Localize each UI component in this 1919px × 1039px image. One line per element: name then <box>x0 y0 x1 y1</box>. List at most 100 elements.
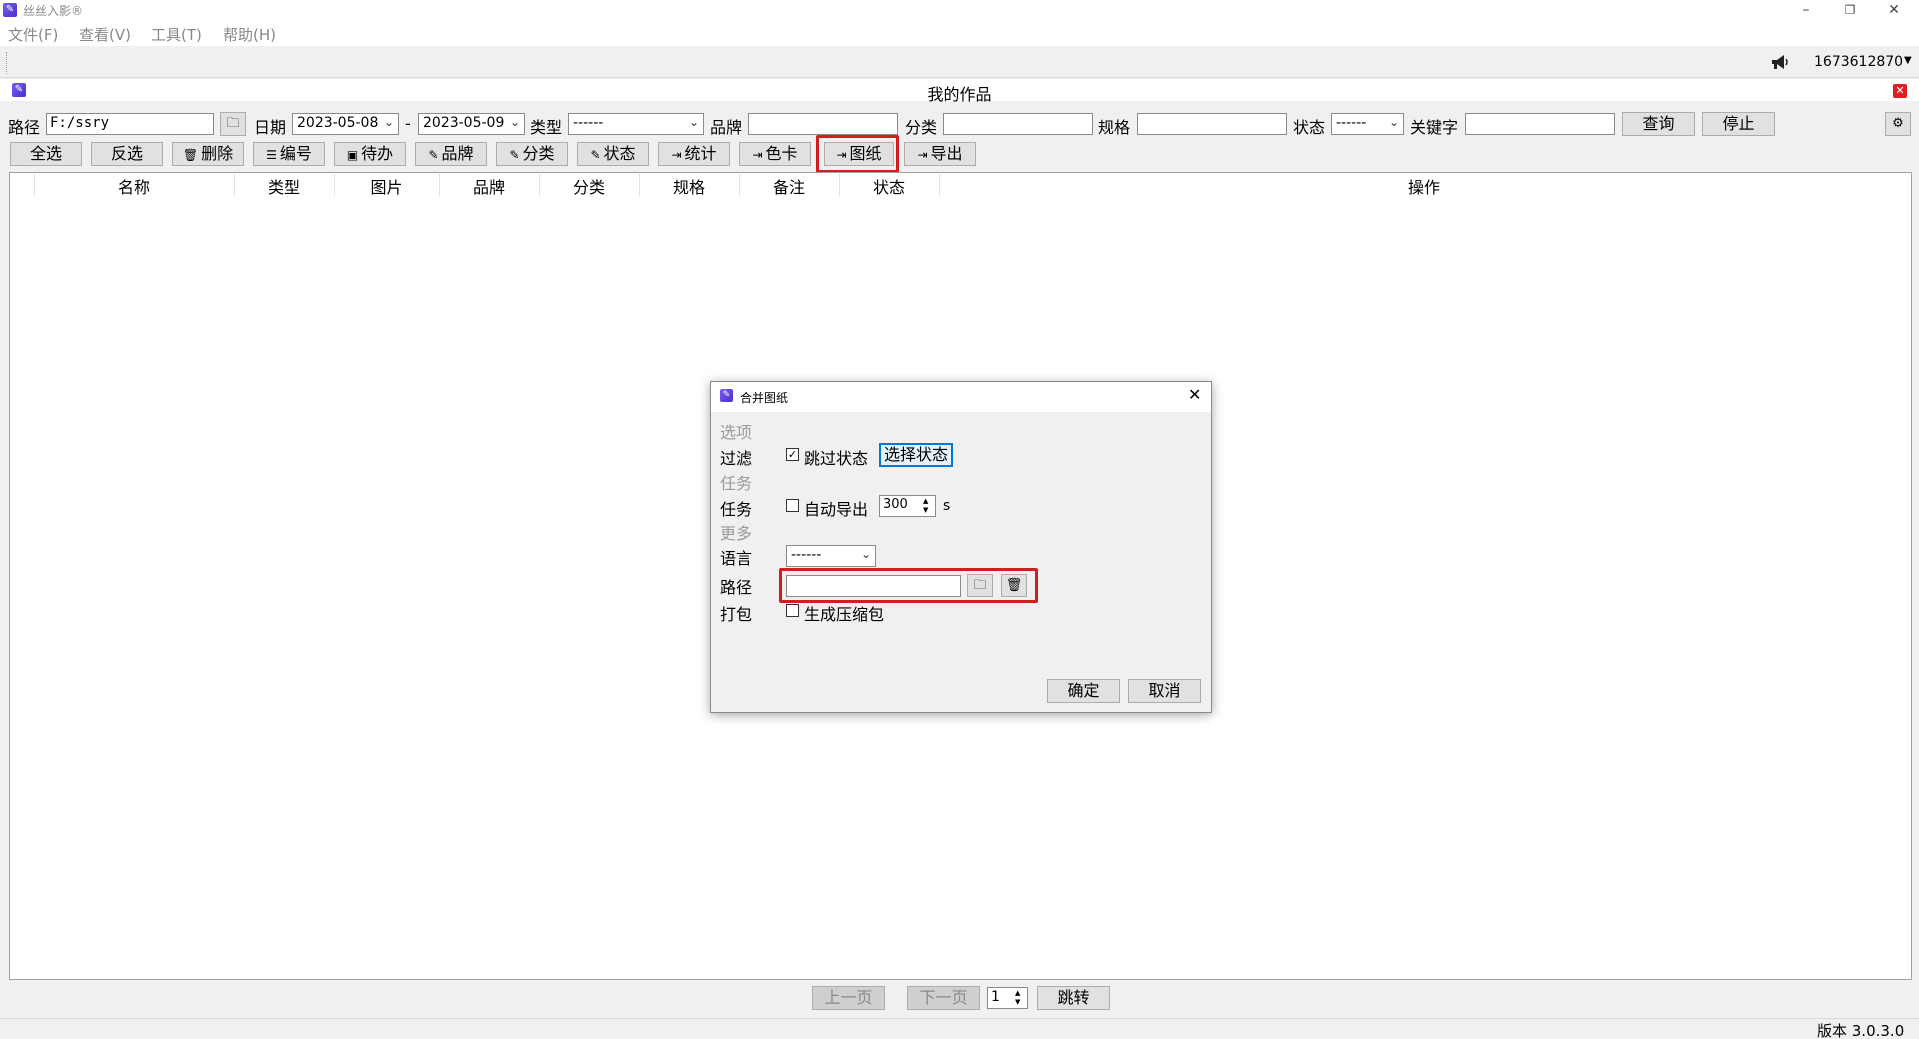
task-label: 任务 <box>720 500 753 519</box>
date-separator: - <box>405 114 411 133</box>
status-select[interactable]: ------ ⌄ <box>1331 113 1404 135</box>
brand-input[interactable] <box>748 113 898 135</box>
date-to-value: 2023-05-09 <box>423 115 505 131</box>
category-input[interactable] <box>943 113 1093 135</box>
filter-label: 过滤 <box>720 449 753 468</box>
column-header-status[interactable]: 状态 <box>839 174 939 198</box>
interval-value: 300 <box>883 497 908 512</box>
chevron-down-icon: ⌄ <box>1388 115 1399 129</box>
select-all-button[interactable]: 全选 <box>10 142 82 166</box>
date-from-value: 2023-05-08 <box>297 115 379 131</box>
color-card-button[interactable]: ⇥ 色卡 <box>739 142 811 166</box>
column-header-name[interactable]: 名称 <box>34 174 234 198</box>
ok-button[interactable]: 确定 <box>1047 679 1120 703</box>
make-zip-label: 生成压缩包 <box>804 605 885 624</box>
invert-selection-button[interactable]: 反选 <box>91 142 163 166</box>
query-button[interactable]: 查询 <box>1622 112 1695 136</box>
language-value: ------ <box>791 547 822 563</box>
pack-label: 打包 <box>720 605 753 624</box>
chevron-down-icon: ⌄ <box>509 115 520 129</box>
gear-icon[interactable]: ⚙ <box>1885 112 1911 136</box>
account-id[interactable]: 1673612870 <box>1814 54 1903 70</box>
make-zip-checkbox[interactable] <box>786 604 799 617</box>
title-bar <box>0 0 1919 20</box>
export-icon: ⇥ <box>917 148 928 162</box>
status-edit-label: 状态 <box>603 144 636 163</box>
page-number-input[interactable]: 1 <box>987 987 1028 1009</box>
toolbar-grip[interactable] <box>6 52 8 74</box>
menu-file[interactable]: 文件(F) <box>8 24 58 45</box>
category-edit-label: 分类 <box>522 144 555 163</box>
export-icon: ⇥ <box>752 148 763 162</box>
select-status-button[interactable]: 选择状态 <box>879 443 953 467</box>
auto-export-checkbox[interactable] <box>786 499 799 512</box>
date-to-picker[interactable]: 2023-05-09 ⌄ <box>418 113 525 135</box>
spec-input[interactable] <box>1137 113 1287 135</box>
category-edit-button[interactable]: ✎ 分类 <box>496 142 568 166</box>
menu-tools[interactable]: 工具(T) <box>151 24 202 45</box>
skip-status-label: 跳过状态 <box>804 449 869 468</box>
menu-bar <box>0 20 1919 46</box>
type-value: ------ <box>573 115 604 131</box>
page-number: 1 <box>991 989 1000 1005</box>
menu-help[interactable]: 帮助(H) <box>223 24 276 45</box>
dialog-logo-icon: ✎ <box>720 389 733 402</box>
app-logo-icon: ✎ <box>3 3 17 17</box>
path-label: 路径 <box>8 118 41 137</box>
status-value: ------ <box>1336 115 1367 131</box>
todo-button[interactable]: ▣ 待办 <box>334 142 406 166</box>
dialog-close-icon[interactable]: ✕ <box>1188 385 1201 404</box>
section-task: 任务 <box>720 474 753 493</box>
column-header-brand[interactable]: 品牌 <box>439 174 539 198</box>
restore-button[interactable]: ❐ <box>1827 0 1873 20</box>
export-icon: ⇥ <box>671 148 682 162</box>
keyword-label: 关键字 <box>1410 118 1459 137</box>
language-label: 语言 <box>720 549 753 568</box>
prev-page-button[interactable]: 上一页 <box>812 986 885 1010</box>
column-header-spec[interactable]: 规格 <box>639 174 739 198</box>
close-button[interactable]: ✕ <box>1871 0 1917 20</box>
path-input[interactable]: F:/ssry <box>46 113 214 135</box>
skip-status-checkbox[interactable]: ✓ <box>786 448 799 461</box>
column-header-category[interactable]: 分类 <box>539 174 639 198</box>
category-label: 分类 <box>905 118 938 137</box>
pencil-icon: ✎ <box>590 148 601 162</box>
todo-label: 待办 <box>361 144 394 163</box>
jump-button[interactable]: 跳转 <box>1037 986 1110 1010</box>
stats-label: 统计 <box>684 144 717 163</box>
megaphone-icon[interactable] <box>1770 53 1790 75</box>
interval-stepper-icon[interactable]: ▲ ▼ <box>923 497 928 515</box>
section-more: 更多 <box>720 524 753 543</box>
type-select[interactable]: ------ ⌄ <box>568 113 704 135</box>
keyword-input[interactable] <box>1465 113 1615 135</box>
account-dropdown-icon[interactable]: ▼ <box>1904 55 1912 66</box>
toolbar-strip <box>0 46 1919 78</box>
status-edit-button[interactable]: ✎ 状态 <box>577 142 649 166</box>
column-header-type[interactable]: 类型 <box>234 174 334 198</box>
column-header-note[interactable]: 备注 <box>739 174 839 198</box>
folder-icon[interactable]: 🗀 <box>220 112 246 136</box>
next-page-button[interactable]: 下一页 <box>907 986 980 1010</box>
highlight-drawing-button <box>816 135 899 173</box>
menu-view[interactable]: 查看(V) <box>79 24 131 45</box>
chevron-down-icon: ⌄ <box>688 115 699 129</box>
cancel-button[interactable]: 取消 <box>1128 679 1201 703</box>
version-label: 版本 3.0.3.0 <box>1817 1022 1905 1039</box>
inner-close-icon[interactable]: ✕ <box>1893 84 1907 98</box>
dialog-title: 合并图纸 <box>740 391 789 405</box>
date-from-picker[interactable]: 2023-05-08 ⌄ <box>292 113 399 135</box>
minimize-button[interactable]: – <box>1783 0 1829 20</box>
color-card-label: 色卡 <box>765 144 798 163</box>
brand-edit-button[interactable]: ✎ 品牌 <box>415 142 487 166</box>
stats-button[interactable]: ⇥ 统计 <box>658 142 730 166</box>
export-button[interactable]: ⇥ 导出 <box>904 142 976 166</box>
list-icon: ☰ <box>266 148 277 162</box>
chevron-down-icon: ⌄ <box>383 115 394 129</box>
column-header-image[interactable]: 图片 <box>334 174 439 198</box>
delete-button[interactable]: 🗑 删除 <box>172 142 244 166</box>
column-header-actions[interactable]: 操作 <box>939 174 1909 198</box>
language-select[interactable]: ------ ⌄ <box>786 545 876 567</box>
page-stepper-icon[interactable]: ▲ ▼ <box>1015 989 1020 1007</box>
stop-button[interactable]: 停止 <box>1702 112 1775 136</box>
number-button[interactable]: ☰ 编号 <box>253 142 325 166</box>
